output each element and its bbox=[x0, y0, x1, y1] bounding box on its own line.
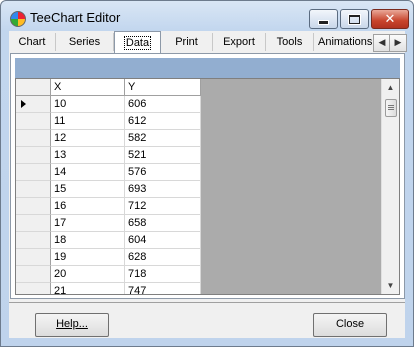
cell-y[interactable]: 718 bbox=[125, 266, 201, 283]
arrow-left-icon: ◀ bbox=[378, 37, 386, 47]
cell-y[interactable]: 606 bbox=[125, 96, 201, 113]
row-header[interactable] bbox=[16, 283, 51, 294]
grid-corner-header bbox=[16, 79, 51, 96]
close-window-button[interactable]: ✕ bbox=[371, 9, 409, 29]
grid-toolbar-band bbox=[15, 58, 400, 78]
row-header[interactable] bbox=[16, 130, 51, 147]
row-header[interactable] bbox=[16, 198, 51, 215]
cell-y[interactable]: 693 bbox=[125, 181, 201, 198]
grip-line bbox=[388, 109, 394, 110]
help-button-label: Help... bbox=[56, 318, 88, 330]
row-header[interactable] bbox=[16, 232, 51, 249]
row-header[interactable] bbox=[16, 113, 51, 130]
cell-x[interactable]: 17 bbox=[51, 215, 125, 232]
arrow-up-icon: ▲ bbox=[386, 83, 395, 92]
cell-x[interactable]: 13 bbox=[51, 147, 125, 164]
cell-x[interactable]: 12 bbox=[51, 130, 125, 147]
tab-scroll-right-button[interactable]: ▶ bbox=[389, 34, 407, 52]
close-button[interactable]: Close bbox=[313, 313, 387, 337]
cell-y[interactable]: 521 bbox=[125, 147, 201, 164]
row-header[interactable] bbox=[16, 164, 51, 181]
tab-series[interactable]: Series bbox=[56, 33, 114, 51]
row-header[interactable] bbox=[16, 181, 51, 198]
cell-x[interactable]: 16 bbox=[51, 198, 125, 215]
arrow-right-icon: ▶ bbox=[394, 37, 402, 47]
close-icon: ✕ bbox=[384, 11, 396, 27]
cell-y[interactable]: 628 bbox=[125, 249, 201, 266]
cell-x[interactable]: 18 bbox=[51, 232, 125, 249]
tab-print[interactable]: Print bbox=[161, 33, 213, 51]
row-header[interactable] bbox=[16, 249, 51, 266]
tab-chart[interactable]: Chart bbox=[9, 33, 56, 51]
tab-strip: Chart Series Data Print Export Tools Ani… bbox=[9, 31, 407, 54]
data-grid[interactable]: X Y 10 606 11 612 12 582 13 521 14 576 15 693 16 712 1… bbox=[15, 78, 400, 295]
tab-label: Chart bbox=[18, 36, 46, 48]
scrollbar-thumb[interactable] bbox=[385, 99, 397, 117]
tab-label: Animations bbox=[318, 36, 372, 48]
scroll-down-button[interactable]: ▼ bbox=[382, 277, 399, 294]
cell-x[interactable]: 14 bbox=[51, 164, 125, 181]
tab-export[interactable]: Export bbox=[213, 33, 266, 51]
cell-y[interactable]: 576 bbox=[125, 164, 201, 181]
maximize-icon bbox=[349, 14, 360, 24]
cell-y[interactable]: 658 bbox=[125, 215, 201, 232]
row-header[interactable] bbox=[16, 215, 51, 232]
cell-y[interactable]: 612 bbox=[125, 113, 201, 130]
tab-label: Tools bbox=[276, 36, 303, 48]
scroll-up-button[interactable]: ▲ bbox=[382, 79, 399, 96]
cell-x[interactable]: 15 bbox=[51, 181, 125, 198]
row-header[interactable] bbox=[16, 266, 51, 283]
cell-y[interactable]: 582 bbox=[125, 130, 201, 147]
tab-tools[interactable]: Tools bbox=[266, 33, 314, 51]
window-title: TeeChart Editor bbox=[30, 10, 121, 25]
cell-x[interactable]: 20 bbox=[51, 266, 125, 283]
title-bar[interactable]: TeeChart Editor ✕ bbox=[1, 1, 413, 31]
close-button-label: Close bbox=[335, 318, 365, 330]
cell-y[interactable]: 712 bbox=[125, 198, 201, 215]
cell-x[interactable]: 11 bbox=[51, 113, 125, 130]
arrow-down-icon: ▼ bbox=[386, 281, 395, 290]
cell-y[interactable]: 747 bbox=[125, 283, 201, 294]
help-button[interactable]: Help... bbox=[35, 313, 109, 337]
minimize-button[interactable] bbox=[309, 9, 338, 29]
data-tab-page: X Y 10 606 11 612 12 582 13 521 14 576 15 693 16 712 1… bbox=[10, 53, 405, 299]
grip-line bbox=[388, 105, 394, 106]
teechart-app-icon bbox=[10, 11, 26, 27]
row-header[interactable] bbox=[16, 96, 51, 113]
footer-divider bbox=[9, 302, 405, 303]
cell-x[interactable]: 21 bbox=[51, 283, 125, 294]
tab-label: Print bbox=[175, 36, 198, 48]
column-header-y[interactable]: Y bbox=[125, 79, 201, 96]
tab-label: Export bbox=[223, 36, 255, 48]
tab-data[interactable]: Data bbox=[114, 31, 161, 54]
cell-x[interactable]: 19 bbox=[51, 249, 125, 266]
cell-y[interactable]: 604 bbox=[125, 232, 201, 249]
minimize-icon bbox=[318, 19, 329, 25]
teechart-editor-window: TeeChart Editor ✕ Chart Series Data Prin… bbox=[0, 0, 414, 347]
current-row-arrow-icon bbox=[21, 100, 26, 108]
tab-label: Data bbox=[123, 36, 152, 50]
editor-client-area: Chart Series Data Print Export Tools Ani… bbox=[9, 31, 407, 338]
grip-line bbox=[388, 107, 394, 108]
tab-label: Series bbox=[68, 36, 101, 48]
grid-vertical-scrollbar[interactable]: ▲ ▼ bbox=[381, 79, 399, 294]
tab-animations[interactable]: Animations bbox=[314, 33, 372, 51]
row-header[interactable] bbox=[16, 147, 51, 164]
maximize-button[interactable] bbox=[340, 9, 369, 29]
cell-x[interactable]: 10 bbox=[51, 96, 125, 113]
column-header-x[interactable]: X bbox=[51, 79, 125, 96]
